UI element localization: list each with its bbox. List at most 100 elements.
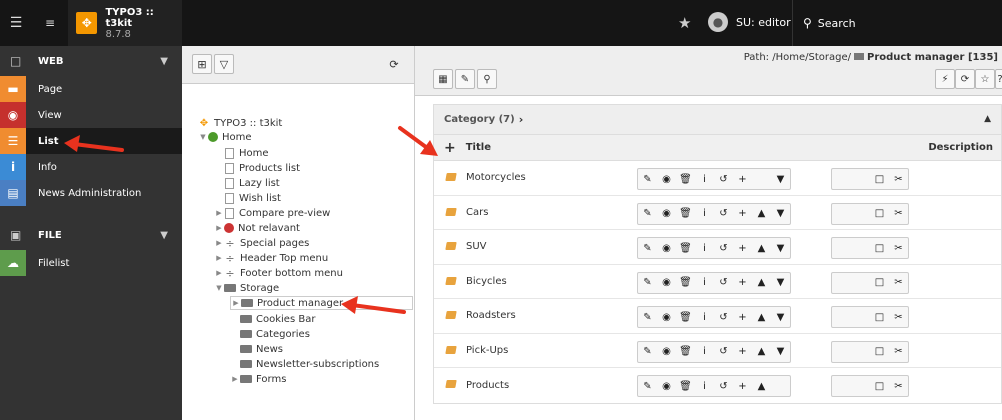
cut-icon[interactable]: ✂ [889,376,908,396]
delete-icon[interactable]: 🗑 [676,376,695,396]
info-icon[interactable]: i [695,307,714,327]
tree-node[interactable]: ▶ Compare pre-view [214,206,330,220]
table-row[interactable]: SUV ✎ ◉ 🗑 i ↺ + ▲ ▼ □ ✂ [434,230,1001,265]
module-menu-toggle-icon[interactable]: ☰ [0,0,32,46]
collapse-chevron-icon[interactable]: ▲ [984,114,991,124]
cut-icon[interactable]: ✂ [889,273,908,293]
table-row[interactable]: Cars ✎ ◉ 🗑 i ↺ + ▲ ▼ □ ✂ [434,196,1001,230]
move-up-icon[interactable]: ▲ [752,307,771,327]
table-row[interactable]: Pick-Ups ✎ ◉ 🗑 i ↺ + ▲ ▼ □ ✂ [434,334,1001,368]
copy-icon[interactable]: □ [870,238,889,258]
new-after-icon[interactable]: + [733,238,752,258]
row-title[interactable]: Motorcycles [466,172,526,183]
edit-icon[interactable]: ✎ [638,307,657,327]
new-record-icon[interactable]: ▦ [433,69,453,89]
page-tree-toggle-icon[interactable]: ≡ [34,0,66,46]
info-icon[interactable]: i [695,238,714,258]
move-up-icon[interactable]: ▲ [752,342,771,362]
table-row[interactable]: Roadsters ✎ ◉ 🗑 i ↺ + ▲ ▼ □ ✂ [434,299,1001,334]
tree-node[interactable]: News [230,342,283,356]
table-row[interactable]: Products ✎◉🗑i↺+▲▼ □✂ [434,368,1001,403]
hide-toggle-icon[interactable]: ◉ [657,307,676,327]
history-icon[interactable]: ↺ [714,238,733,258]
chevron-right-icon[interactable]: ▶ [231,299,241,307]
info-icon[interactable]: i [695,204,714,224]
history-icon[interactable]: ↺ [714,204,733,224]
new-after-icon[interactable]: + [733,307,752,327]
delete-icon[interactable]: 🗑 [676,342,695,362]
new-after-icon[interactable]: + [733,376,752,396]
copy-icon[interactable]: □ [870,204,889,224]
tree-node[interactable]: ▶ ÷ Header Top menu [214,251,328,265]
move-up-icon[interactable]: ▲ [752,376,771,396]
history-icon[interactable]: ↺ [714,273,733,293]
move-down-icon[interactable]: ▼ [771,169,790,189]
row-title[interactable]: Pick-Ups [466,345,508,356]
column-title[interactable]: Title [466,142,491,153]
cut-icon[interactable]: ✂ [889,342,908,362]
table-row[interactable]: Bicycles ✎ ◉ 🗑 i ↺ + ▲ ▼ □ ✂ [434,265,1001,299]
module-group-web[interactable]: □ WEB ▼ [0,46,182,76]
edit-icon[interactable]: ✎ [638,376,657,396]
hide-toggle-icon[interactable]: ◉ [657,273,676,293]
refresh-icon[interactable]: ⟳ [955,69,975,89]
move-down-icon[interactable]: ▼ [771,307,790,327]
copy-icon[interactable]: □ [870,273,889,293]
chevron-right-icon[interactable]: ▶ [214,239,224,247]
column-description[interactable]: Description [928,142,993,153]
chevron-right-icon[interactable]: ▶ [230,375,240,383]
filter-icon[interactable]: ▽ [214,54,234,74]
history-icon[interactable]: ↺ [714,376,733,396]
row-title[interactable]: Cars [466,207,488,218]
delete-icon[interactable]: 🗑 [676,273,695,293]
edit-icon[interactable]: ✎ [638,273,657,293]
module-item-filelist[interactable]: ☁ Filelist [0,250,182,276]
edit-icon[interactable]: ✎ [638,238,657,258]
module-item-view[interactable]: ◉ View [0,102,182,128]
delete-icon[interactable]: 🗑 [676,238,695,258]
tree-node[interactable]: Wish list [214,191,281,205]
copy-icon[interactable]: □ [870,376,889,396]
move-up-icon[interactable]: ▲ [752,273,771,293]
hide-toggle-icon[interactable]: ◉ [657,376,676,396]
cut-icon[interactable]: ✂ [889,204,908,224]
history-icon[interactable]: ↺ [714,169,733,189]
info-icon[interactable]: i [695,376,714,396]
hide-toggle-icon[interactable]: ◉ [657,342,676,362]
tree-node[interactable]: Cookies Bar [230,312,315,326]
copy-icon[interactable]: □ [870,342,889,362]
site-brand[interactable]: ✥ TYPO3 :: t3kit 8.7.8 [68,0,182,46]
copy-icon[interactable]: □ [870,307,889,327]
edit-icon[interactable]: ✎ [638,204,657,224]
chevron-right-icon[interactable]: ▶ [214,224,224,232]
hide-toggle-icon[interactable]: ◉ [657,169,676,189]
tree-root[interactable]: ✥ TYPO3 :: t3kit [198,116,283,130]
tree-node[interactable]: ▶ Not relavant [214,221,300,235]
new-after-icon[interactable]: + [733,204,752,224]
chevron-right-icon[interactable]: ▶ [214,269,224,277]
new-after-icon[interactable]: + [733,273,752,293]
copy-icon[interactable]: □ [870,169,889,189]
bookmarks-star-icon[interactable]: ★ [678,14,691,32]
new-after-icon[interactable]: + [733,342,752,362]
bookmark-star-icon[interactable]: ☆ [975,69,995,89]
tree-node[interactable]: Products list [214,161,300,175]
table-row[interactable]: Motorcycles ✎◉🗑i↺+▲▼ □✂ [434,161,1001,196]
chevron-right-icon[interactable]: ▶ [214,209,224,217]
new-page-icon[interactable]: ⊞ [192,54,212,74]
hide-toggle-icon[interactable]: ◉ [657,238,676,258]
tree-node[interactable]: ▶ ÷ Special pages [214,236,309,250]
tree-node[interactable]: Lazy list [214,176,280,190]
row-title[interactable]: Roadsters [466,310,516,321]
row-title[interactable]: SUV [466,241,487,252]
info-icon[interactable]: i [695,169,714,189]
info-icon[interactable]: i [695,273,714,293]
info-icon[interactable]: i [695,342,714,362]
tree-node[interactable]: Categories [230,327,310,341]
help-icon[interactable]: ? [995,69,1002,89]
delete-icon[interactable]: 🗑 [676,307,695,327]
row-title[interactable]: Bicycles [466,276,507,287]
cut-icon[interactable]: ✂ [889,238,908,258]
move-up-icon[interactable]: ▲ [752,238,771,258]
delete-icon[interactable]: 🗑 [676,169,695,189]
